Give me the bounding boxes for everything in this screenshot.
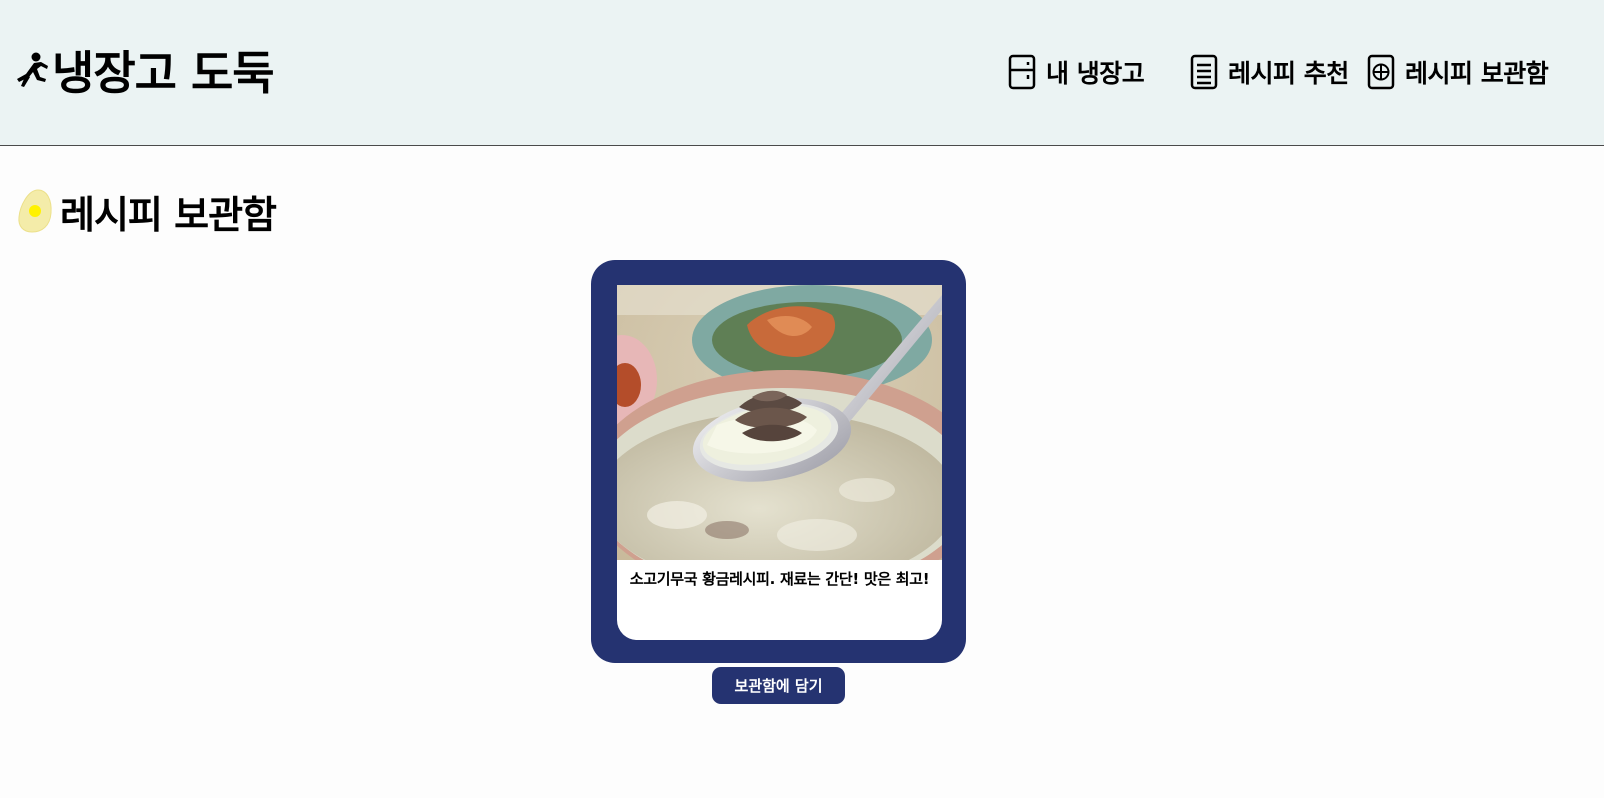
nav-recipe-recommend-label: 레시피 추천 — [1228, 59, 1349, 88]
nav-recipe-recommend[interactable]: 레시피 추천 — [1190, 52, 1349, 92]
nav-my-fridge[interactable]: 내 냉장고 — [1008, 52, 1145, 92]
fridge-icon — [1008, 54, 1036, 90]
logo[interactable]: 냉장고 도둑 — [12, 40, 275, 100]
document-icon — [1190, 54, 1218, 90]
recipe-title: 소고기무국 황금레시피. 재료는 간단! 맛은 최고! — [629, 570, 930, 588]
nav-recipe-box-label: 레시피 보관함 — [1405, 59, 1549, 88]
recipe-card[interactable]: 소고기무국 황금레시피. 재료는 간단! 맛은 최고! — [591, 260, 966, 663]
egg-icon — [18, 189, 52, 233]
recipe-card-body: 소고기무국 황금레시피. 재료는 간단! 맛은 최고! — [617, 285, 942, 640]
running-person-icon — [17, 52, 48, 87]
nav-recipe-box[interactable]: 레시피 보관함 — [1367, 52, 1549, 92]
plus-circle-box-icon — [1367, 54, 1395, 90]
page-title: 레시피 보관함 — [16, 184, 277, 238]
logo-text: 냉장고 도둑 — [52, 46, 275, 100]
recipe-photo[interactable] — [617, 285, 942, 560]
nav-my-fridge-label: 내 냉장고 — [1046, 59, 1145, 88]
header: 냉장고 도둑 내 냉장고 레시피 추천 레시피 보관함 — [0, 0, 1604, 146]
save-to-box-button[interactable]: 보관함에 담기 — [712, 667, 845, 704]
page-title-text: 레시피 보관함 — [60, 192, 277, 237]
